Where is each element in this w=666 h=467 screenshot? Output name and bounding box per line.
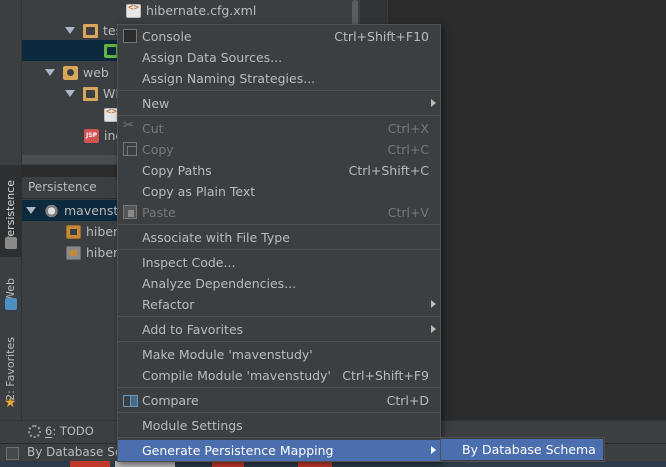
persistence-panel-title: Persistence bbox=[28, 180, 97, 194]
menu-separator bbox=[118, 341, 440, 342]
menu-item-label: Compare bbox=[142, 393, 199, 408]
menu-item-add-to-favorites[interactable]: Add to Favorites bbox=[118, 319, 440, 340]
menu-item-new[interactable]: New bbox=[118, 93, 440, 114]
menu-item-label: Refactor bbox=[142, 297, 195, 312]
web-tab-icon bbox=[5, 298, 17, 310]
folder-icon bbox=[83, 86, 98, 101]
menu-item-label: Assign Data Sources... bbox=[142, 50, 283, 65]
menu-item-label: Make Module 'mavenstudy' bbox=[142, 347, 313, 362]
jsp-file-icon: JSP bbox=[84, 128, 99, 143]
menu-item-assign-data-sources[interactable]: Assign Data Sources... bbox=[118, 47, 440, 68]
menu-item-copy-paths[interactable]: Copy Paths Ctrl+Shift+C bbox=[118, 160, 440, 181]
tree-item-webinf-folder[interactable]: WE bbox=[65, 83, 123, 104]
taskbar-button[interactable] bbox=[70, 461, 110, 467]
menu-item-shortcut: Ctrl+C bbox=[387, 142, 429, 157]
status-text: By Database Sc bbox=[27, 445, 122, 459]
console-icon bbox=[123, 29, 137, 43]
menu-item-cut[interactable]: Cut Ctrl+X bbox=[118, 118, 440, 139]
tree-item-hibernate-cfg[interactable]: hibernate.cfg.xml bbox=[126, 0, 256, 21]
menu-separator bbox=[118, 115, 440, 116]
menu-item-label: Add to Favorites bbox=[142, 322, 244, 337]
tree-item-label: web bbox=[83, 65, 109, 80]
menu-item-label: Assign Naming Strategies... bbox=[142, 71, 316, 86]
menu-item-label: Module Settings bbox=[142, 418, 243, 433]
menu-separator bbox=[118, 412, 440, 413]
todo-number: 6 bbox=[45, 424, 53, 438]
menu-item-label: Associate with File Type bbox=[142, 230, 290, 245]
submenu-item-by-database-schema[interactable]: By Database Schema bbox=[441, 439, 603, 460]
module-icon bbox=[44, 203, 59, 218]
submenu-arrow-icon bbox=[431, 325, 436, 333]
menu-item-copy-as-plain-text[interactable]: Copy as Plain Text bbox=[118, 181, 440, 202]
menu-item-refactor[interactable]: Refactor bbox=[118, 294, 440, 315]
expand-arrow-icon[interactable] bbox=[65, 27, 75, 34]
menu-item-copy[interactable]: Copy Ctrl+C bbox=[118, 139, 440, 160]
menu-item-label: Copy Paths bbox=[142, 163, 212, 178]
hibernate-mapping-icon bbox=[66, 245, 81, 260]
menu-item-paste[interactable]: Paste Ctrl+V bbox=[118, 202, 440, 223]
menu-item-compile-module[interactable]: Compile Module 'mavenstudy' Ctrl+Shift+F… bbox=[118, 365, 440, 386]
menu-item-shortcut: Ctrl+Shift+C bbox=[348, 163, 429, 178]
menu-item-label: Cut bbox=[142, 121, 164, 136]
tool-tab-todo[interactable]: 6 : TODO bbox=[28, 424, 94, 438]
menu-item-shortcut: Ctrl+V bbox=[387, 205, 429, 220]
menu-item-label: Paste bbox=[142, 205, 176, 220]
menu-separator bbox=[118, 437, 440, 438]
tool-tab-persistence-label: Persistence bbox=[4, 179, 17, 243]
todo-icon bbox=[28, 424, 41, 438]
menu-item-shortcut: Ctrl+X bbox=[387, 121, 429, 136]
menu-item-label: Compile Module 'mavenstudy' bbox=[142, 368, 331, 383]
menu-item-make-module[interactable]: Make Module 'mavenstudy' bbox=[118, 344, 440, 365]
todo-label: : TODO bbox=[52, 424, 94, 438]
menu-item-shortcut: Ctrl+D bbox=[386, 393, 429, 408]
status-toggle-icon[interactable] bbox=[6, 447, 19, 460]
compare-icon bbox=[123, 393, 138, 407]
hibernate-icon bbox=[66, 224, 81, 239]
menu-item-module-settings[interactable]: Module Settings bbox=[118, 415, 440, 436]
menu-item-generate-persistence-mapping[interactable]: Generate Persistence Mapping bbox=[118, 440, 440, 461]
menu-item-inspect-code[interactable]: Inspect Code... bbox=[118, 252, 440, 273]
scissors-icon bbox=[123, 118, 137, 135]
menu-separator bbox=[118, 316, 440, 317]
web-folder-icon bbox=[63, 65, 78, 80]
menu-item-analyze-dependencies[interactable]: Analyze Dependencies... bbox=[118, 273, 440, 294]
menu-item-associate-file-type[interactable]: Associate with File Type bbox=[118, 227, 440, 248]
menu-separator bbox=[118, 387, 440, 388]
favorites-star-icon: ★ bbox=[4, 395, 17, 411]
expand-arrow-icon[interactable] bbox=[45, 69, 55, 76]
menu-item-label: Console bbox=[142, 29, 192, 44]
menu-item-console[interactable]: Console Ctrl+Shift+F10 bbox=[118, 26, 440, 47]
expand-arrow-icon[interactable] bbox=[26, 207, 36, 214]
menu-item-label: Copy as Plain Text bbox=[142, 184, 256, 199]
paste-icon bbox=[123, 205, 137, 219]
project-horizontal-scrollbar[interactable] bbox=[22, 155, 118, 164]
folder-icon bbox=[83, 23, 98, 38]
expand-arrow-icon[interactable] bbox=[65, 90, 75, 97]
tree-item-web-folder[interactable]: web bbox=[45, 62, 109, 83]
menu-item-shortcut: Ctrl+Shift+F9 bbox=[342, 368, 429, 383]
menu-separator bbox=[118, 224, 440, 225]
tool-tab-favorites-label: 2: Favorites bbox=[4, 337, 17, 401]
menu-item-label: Inspect Code... bbox=[142, 255, 236, 270]
copy-icon bbox=[123, 142, 137, 156]
menu-item-label: Generate Persistence Mapping bbox=[142, 443, 334, 458]
menu-separator bbox=[118, 249, 440, 250]
menu-item-compare[interactable]: Compare Ctrl+D bbox=[118, 390, 440, 411]
submenu-arrow-icon bbox=[431, 446, 436, 454]
menu-item-label: New bbox=[142, 96, 170, 111]
persistence-tab-icon bbox=[5, 237, 17, 249]
xml-file-icon bbox=[126, 3, 141, 18]
submenu-arrow-icon bbox=[431, 99, 436, 107]
tree-item-label: hibernate.cfg.xml bbox=[146, 3, 257, 18]
menu-item-label: Copy bbox=[142, 142, 174, 157]
submenu-arrow-icon bbox=[431, 300, 436, 308]
tree-item-test-folder[interactable]: tes bbox=[65, 20, 122, 41]
menu-separator bbox=[118, 90, 440, 91]
menu-item-assign-naming-strategies[interactable]: Assign Naming Strategies... bbox=[118, 68, 440, 89]
persistence-item-module[interactable]: mavenstu bbox=[26, 200, 126, 221]
menu-item-shortcut: Ctrl+Shift+F10 bbox=[334, 29, 429, 44]
menu-item-label: Analyze Dependencies... bbox=[142, 276, 297, 291]
